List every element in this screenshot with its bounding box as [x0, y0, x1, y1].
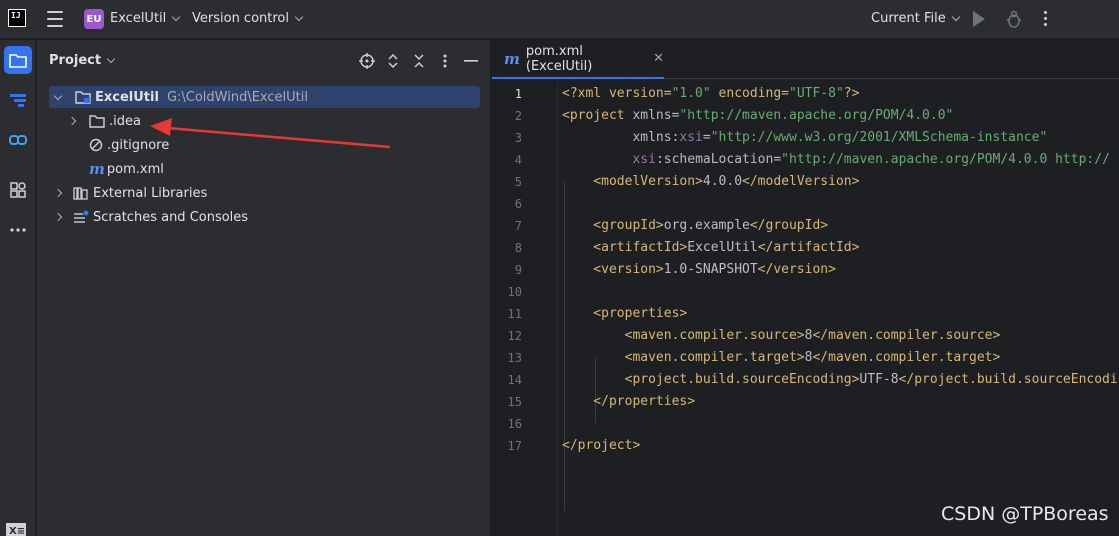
code-line: <project xmlns="http://maven.apache.org/… — [562, 108, 954, 123]
code-line: <maven.compiler.target>8</maven.compiler… — [562, 350, 1001, 365]
chevron-right-icon[interactable] — [53, 212, 71, 222]
tree-item-label: .idea — [109, 113, 141, 129]
line-number: 16 — [507, 417, 522, 431]
tree-item-external-libraries[interactable]: External Libraries — [49, 182, 207, 204]
line-number: 4 — [514, 153, 522, 167]
ide-window: IJ EU ExcelUtil Version control Current … — [0, 0, 1119, 536]
project-pane: Project ExcelUtil G:\ColdWind\ExcelUtil — [37, 40, 491, 536]
select-opened-file-icon[interactable] — [358, 52, 376, 70]
more-tool-windows-icon[interactable] — [4, 216, 32, 244]
title-bar: IJ EU ExcelUtil Version control Current … — [0, 0, 1119, 39]
line-number-gutter: 1 2 3 4 5 6 7 8 9 10 11 12 13 14 15 16 1… — [492, 82, 558, 536]
scratches-icon — [73, 210, 89, 224]
code-line: <version>1.0-SNAPSHOT</version> — [562, 262, 836, 277]
main-menu-icon[interactable] — [46, 11, 64, 27]
editor-area: m pom.xml (ExcelUtil) ✕ 1 2 3 4 5 6 7 8 … — [492, 40, 1119, 536]
line-number: 10 — [507, 285, 522, 299]
run-config-selector[interactable]: Current File — [871, 11, 960, 26]
options-icon[interactable] — [436, 52, 454, 70]
tool-window-bar — [0, 40, 36, 536]
vcs-label: Version control — [192, 11, 289, 26]
line-number: 13 — [507, 351, 522, 365]
tree-item-label: Scratches and Consoles — [93, 209, 249, 225]
code-line: xmlns:xsi="http://www.w3.org/2001/XMLSch… — [562, 130, 1048, 145]
line-number: 14 — [507, 373, 522, 387]
excel-icon: X≡ — [4, 520, 28, 536]
tab-pom-xml[interactable]: m pom.xml (ExcelUtil) ✕ — [492, 40, 664, 79]
close-icon[interactable]: ✕ — [653, 51, 664, 66]
code-line: <artifactId>ExcelUtil</artifactId> — [562, 240, 860, 255]
line-number: 7 — [514, 219, 522, 233]
line-number: 11 — [507, 307, 522, 321]
project-name-label: ExcelUtil — [110, 11, 167, 26]
tab-label: pom.xml (ExcelUtil) — [525, 43, 593, 74]
line-number: 5 — [514, 175, 522, 189]
code-line: <?xml version="1.0" encoding="UTF-8"?> — [562, 86, 860, 101]
chevron-down-icon — [106, 54, 116, 63]
debug-icon[interactable] — [1006, 10, 1022, 28]
tree-item-idea[interactable]: .idea — [67, 110, 141, 132]
tree-item-pom[interactable]: m pom.xml — [89, 158, 164, 180]
maven-icon: m — [504, 49, 520, 68]
code-line: </properties> — [562, 394, 696, 409]
tree-item-label: pom.xml — [106, 161, 164, 177]
project-tool-folder-icon[interactable] — [4, 46, 32, 74]
collapse-all-icon[interactable] — [410, 52, 428, 70]
watermark: CSDN @TPBoreas — [941, 503, 1109, 525]
editor-tab-bar: m pom.xml (ExcelUtil) ✕ — [492, 40, 1119, 79]
svg-text:X≡: X≡ — [9, 526, 25, 536]
tree-item-label: ExcelUtil — [95, 89, 159, 105]
tree-item-scratches[interactable]: Scratches and Consoles — [49, 206, 248, 228]
line-number: 8 — [514, 241, 522, 255]
more-actions-icon[interactable] — [1044, 11, 1047, 26]
code-line: <project.build.sourceEncoding>UTF-8</pro… — [562, 372, 1119, 387]
code-line: <groupId>org.example</groupId> — [562, 218, 829, 233]
run-icon[interactable] — [973, 11, 985, 27]
tree-item-gitignore[interactable]: .gitignore — [89, 134, 169, 156]
intellij-logo-icon[interactable]: IJ — [8, 9, 26, 27]
line-number: 15 — [507, 395, 522, 409]
code-editor[interactable]: <?xml version="1.0" encoding="UTF-8"?> <… — [562, 82, 1119, 536]
folder-icon — [89, 114, 105, 128]
chevron-right-icon[interactable] — [67, 116, 85, 126]
line-number: 9 — [514, 263, 522, 277]
bookmarks-icon[interactable] — [4, 126, 32, 154]
vcs-menu[interactable]: Version control — [192, 11, 304, 26]
ignore-file-icon — [89, 138, 103, 152]
tree-item-path: G:\ColdWind\ExcelUtil — [166, 89, 308, 105]
line-number: 1 — [514, 87, 522, 101]
chevron-down-icon[interactable] — [53, 91, 71, 100]
line-number: 12 — [507, 329, 522, 343]
tree-item-label: External Libraries — [93, 185, 208, 201]
tree-item-label: .gitignore — [107, 137, 170, 153]
project-pane-header[interactable]: Project — [49, 53, 116, 68]
code-line: </project> — [562, 438, 641, 453]
project-pane-title: Project — [49, 53, 102, 68]
code-line: <maven.compiler.source>8</maven.compiler… — [562, 328, 1001, 343]
code-line: <properties> — [562, 306, 688, 321]
module-folder-icon — [75, 90, 91, 104]
chevron-down-icon — [951, 12, 960, 21]
line-number: 2 — [514, 109, 522, 123]
code-line: xsi:schemaLocation="http://maven.apache.… — [632, 152, 1110, 167]
library-icon — [73, 186, 89, 200]
line-number: 6 — [514, 197, 522, 211]
maven-icon: m — [89, 160, 105, 178]
plugins-icon[interactable] — [4, 176, 32, 204]
chevron-down-icon — [294, 12, 304, 21]
hide-icon[interactable] — [462, 52, 480, 70]
chevron-down-icon — [172, 12, 181, 21]
code-line: <modelVersion>4.0.0</modelVersion> — [562, 174, 860, 189]
project-switcher[interactable]: ExcelUtil — [110, 11, 181, 26]
structure-icon[interactable] — [4, 86, 32, 114]
run-config-label: Current File — [871, 11, 946, 26]
line-number: 17 — [507, 439, 522, 453]
tree-item-excelutil[interactable]: ExcelUtil G:\ColdWind\ExcelUtil — [49, 86, 480, 108]
expand-all-icon[interactable] — [384, 52, 402, 70]
project-badge[interactable]: EU — [84, 9, 104, 29]
chevron-right-icon[interactable] — [53, 188, 71, 198]
line-number: 3 — [514, 131, 522, 145]
